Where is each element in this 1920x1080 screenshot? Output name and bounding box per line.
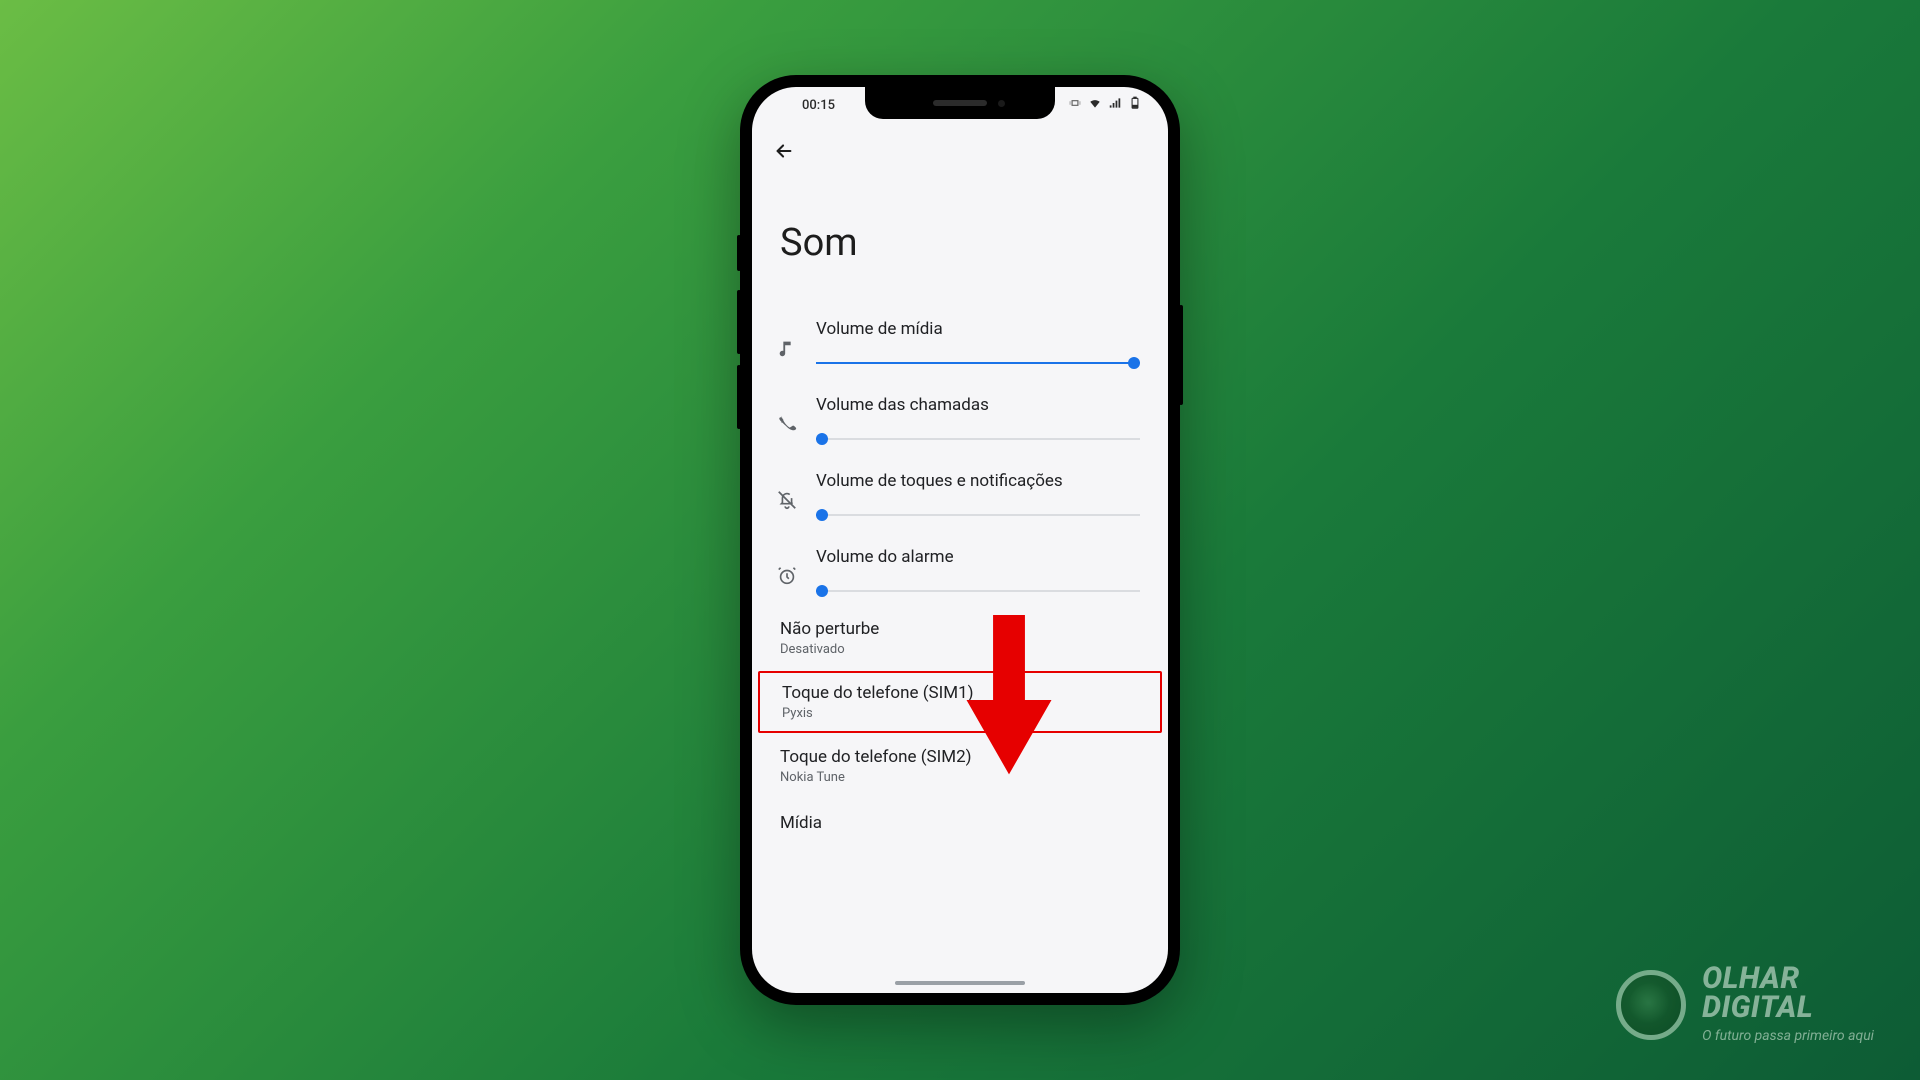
slider-alarm-label: Volume do alarme	[816, 547, 1140, 567]
slider-calls-track[interactable]	[816, 429, 1140, 449]
brand-logo: OLHAR DIGITAL O futuro passa primeiro aq…	[1616, 965, 1874, 1044]
slider-calls-label: Volume das chamadas	[816, 395, 1140, 415]
row-do-not-disturb[interactable]: Não perturbe Desativado	[752, 605, 1168, 671]
brand-tagline: O futuro passa primeiro aqui	[1702, 1028, 1874, 1044]
status-indicators	[1068, 96, 1146, 114]
row-ringtone-sim1-highlight[interactable]: Toque do telefone (SIM1) Pyxis	[758, 671, 1162, 733]
phone-screen: 00:15 Som Volume de mídia	[752, 87, 1168, 993]
slider-media-track[interactable]	[816, 353, 1140, 373]
slider-media: Volume de mídia	[752, 301, 1168, 377]
row-dnd-sub: Desativado	[780, 642, 1140, 657]
phone-icon	[776, 413, 798, 435]
slider-ring-label: Volume de toques e notificações	[816, 471, 1140, 491]
row-media-title: Mídia	[780, 813, 1140, 833]
row-sim2-title: Toque do telefone (SIM2)	[780, 747, 1140, 767]
row-ringtone-sim2[interactable]: Toque do telefone (SIM2) Nokia Tune	[752, 733, 1168, 799]
home-indicator	[895, 981, 1025, 985]
row-media[interactable]: Mídia	[752, 799, 1168, 833]
slider-media-label: Volume de mídia	[816, 319, 1140, 339]
brand-line2: DIGITAL	[1702, 990, 1813, 1025]
music-note-icon	[776, 337, 798, 359]
wifi-icon	[1088, 96, 1102, 114]
bell-off-icon	[776, 489, 798, 511]
row-sim2-sub: Nokia Tune	[780, 770, 1140, 785]
row-sim1-title: Toque do telefone (SIM1)	[782, 683, 1138, 703]
page-title: Som	[752, 165, 1168, 301]
slider-ring: Volume de toques e notificações	[752, 453, 1168, 529]
row-sim1-sub: Pyxis	[782, 706, 1138, 721]
slider-calls: Volume das chamadas	[752, 377, 1168, 453]
slider-ring-track[interactable]	[816, 505, 1140, 525]
battery-icon	[1128, 96, 1142, 114]
back-button[interactable]	[770, 137, 798, 165]
slider-alarm-track[interactable]	[816, 581, 1140, 601]
brand-logo-icon	[1616, 970, 1686, 1040]
vibrate-icon	[1068, 96, 1082, 114]
alarm-clock-icon	[776, 565, 798, 587]
phone-mockup: 00:15 Som Volume de mídia	[740, 75, 1180, 1005]
signal-icon	[1108, 96, 1122, 114]
slider-alarm: Volume do alarme	[752, 529, 1168, 605]
row-dnd-title: Não perturbe	[780, 619, 1140, 639]
phone-notch	[865, 87, 1055, 119]
status-time: 00:15	[774, 98, 835, 113]
